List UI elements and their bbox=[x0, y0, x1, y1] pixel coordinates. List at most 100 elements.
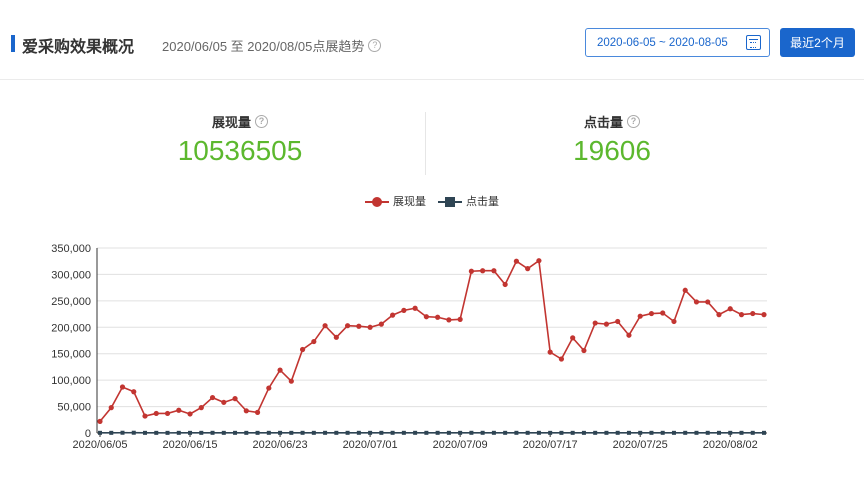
clicks-point bbox=[716, 430, 721, 435]
impressions-point bbox=[423, 314, 429, 320]
impressions-point bbox=[581, 347, 587, 354]
impressions-point bbox=[603, 321, 610, 327]
clicks-point bbox=[750, 430, 755, 435]
clicks-point bbox=[278, 430, 283, 435]
clicks-point bbox=[480, 430, 485, 435]
clicks-point bbox=[413, 430, 418, 435]
impressions-point bbox=[221, 399, 227, 405]
impressions-point bbox=[750, 310, 756, 317]
impressions-point bbox=[716, 312, 722, 318]
clicks-point bbox=[379, 430, 384, 435]
x-tick-label: 2020/07/01 bbox=[343, 439, 398, 451]
clicks-point bbox=[536, 430, 541, 435]
clicks-point bbox=[154, 430, 159, 435]
clicks-point bbox=[143, 430, 148, 435]
impressions-point bbox=[176, 407, 182, 413]
trend-line-chart: 050,000100,000150,000200,000250,000300,0… bbox=[51, 243, 767, 451]
impressions-point bbox=[164, 410, 171, 417]
clicks-point bbox=[525, 430, 530, 435]
impressions-point bbox=[457, 316, 463, 322]
clicks-point bbox=[311, 430, 316, 435]
clicks-point bbox=[221, 430, 226, 435]
impressions-point bbox=[491, 268, 497, 274]
impressions-point bbox=[480, 268, 486, 274]
impressions-point bbox=[277, 367, 283, 373]
y-tick-label: 150,000 bbox=[51, 349, 91, 361]
clicks-point bbox=[593, 430, 598, 435]
clicks-point bbox=[458, 430, 463, 435]
clicks-point bbox=[255, 430, 260, 435]
clicks-point bbox=[345, 430, 350, 435]
impressions-point bbox=[637, 313, 643, 319]
impressions-point bbox=[547, 349, 553, 355]
clicks-point bbox=[266, 430, 271, 435]
y-tick-label: 250,000 bbox=[51, 296, 91, 308]
impressions-point bbox=[738, 312, 745, 318]
impressions-point bbox=[344, 323, 351, 329]
impressions-point bbox=[232, 396, 238, 402]
clicks-point bbox=[323, 430, 328, 435]
clicks-point bbox=[446, 430, 451, 435]
impressions-point bbox=[322, 323, 328, 329]
clicks-point bbox=[356, 430, 361, 435]
impressions-point bbox=[131, 389, 137, 395]
clicks-point bbox=[559, 430, 564, 435]
clicks-point bbox=[199, 430, 204, 435]
clicks-point bbox=[165, 430, 170, 435]
clicks-point bbox=[615, 430, 620, 435]
x-tick-label: 2020/07/25 bbox=[613, 439, 668, 451]
y-tick-label: 300,000 bbox=[51, 269, 91, 281]
clicks-point bbox=[210, 430, 215, 435]
impressions-point bbox=[367, 324, 373, 330]
impressions-point bbox=[119, 384, 126, 390]
clicks-point bbox=[176, 430, 181, 435]
clicks-point bbox=[120, 430, 125, 435]
clicks-point bbox=[131, 430, 136, 435]
impressions-point bbox=[615, 318, 621, 325]
impressions-point bbox=[435, 314, 441, 320]
clicks-point bbox=[581, 430, 586, 435]
clicks-point bbox=[368, 430, 373, 435]
impressions-point bbox=[502, 281, 508, 288]
impressions-point bbox=[209, 394, 216, 401]
impressions-point bbox=[671, 318, 677, 325]
clicks-point bbox=[300, 430, 305, 435]
impressions-point bbox=[198, 405, 204, 411]
impressions-point bbox=[682, 287, 688, 293]
clicks-point bbox=[233, 430, 238, 435]
impressions-point bbox=[693, 299, 700, 305]
impressions-point bbox=[570, 335, 576, 341]
clicks-point bbox=[390, 430, 395, 435]
clicks-point bbox=[728, 430, 733, 435]
clicks-point bbox=[424, 430, 429, 435]
x-tick-label: 2020/07/17 bbox=[523, 439, 578, 451]
impressions-point bbox=[412, 305, 418, 311]
clicks-point bbox=[491, 430, 496, 435]
clicks-point bbox=[435, 430, 440, 435]
y-tick-label: 100,000 bbox=[51, 375, 91, 387]
clicks-point bbox=[514, 430, 519, 435]
clicks-point bbox=[244, 430, 249, 435]
impressions-point bbox=[288, 378, 294, 384]
impressions-point bbox=[266, 385, 272, 391]
clicks-point bbox=[548, 430, 553, 435]
clicks-point bbox=[739, 430, 744, 435]
clicks-point bbox=[683, 430, 688, 435]
x-tick-label: 2020/08/02 bbox=[703, 439, 758, 451]
impressions-point bbox=[142, 413, 148, 419]
clicks-point bbox=[660, 430, 665, 435]
impressions-point bbox=[513, 258, 520, 264]
impressions-point bbox=[378, 321, 384, 327]
impressions-line bbox=[99, 259, 765, 422]
impressions-point bbox=[97, 418, 103, 424]
impressions-point bbox=[356, 323, 362, 329]
clicks-point bbox=[188, 430, 193, 435]
clicks-point bbox=[570, 430, 575, 435]
impressions-point bbox=[648, 310, 655, 317]
impressions-point bbox=[390, 312, 396, 318]
impressions-point bbox=[446, 317, 452, 323]
x-tick-label: 2020/06/15 bbox=[163, 439, 218, 451]
y-tick-label: 50,000 bbox=[57, 402, 91, 414]
impressions-point bbox=[660, 310, 666, 316]
impressions-point bbox=[299, 346, 306, 353]
